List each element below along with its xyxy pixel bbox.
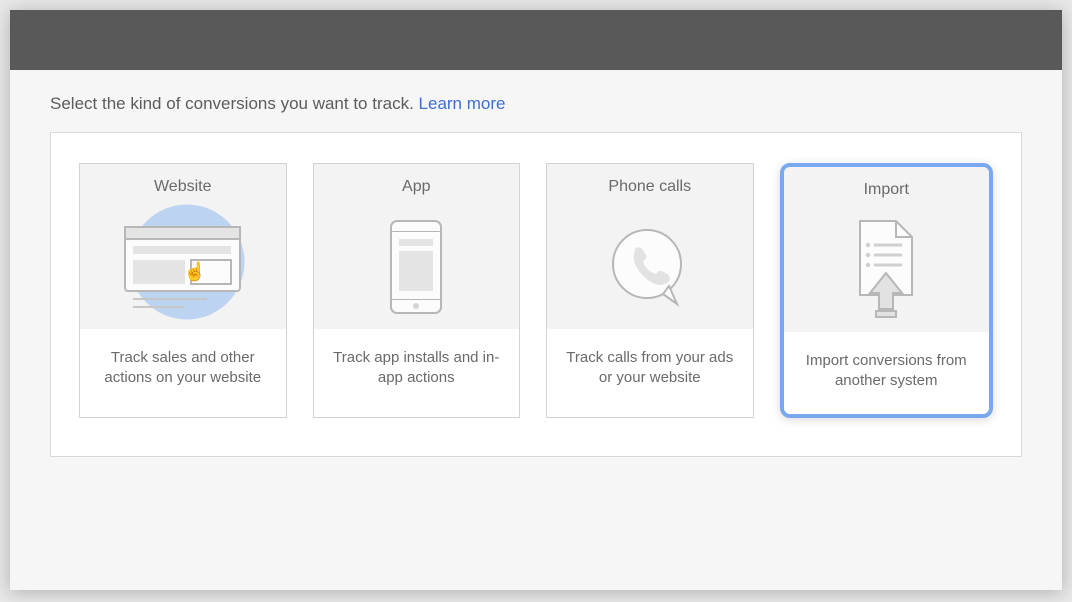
card-import-title: Import — [864, 181, 909, 199]
phone-icon — [547, 204, 753, 329]
card-import-top: Import — [784, 167, 990, 332]
card-app-top: App — [314, 164, 520, 329]
card-phone-desc: Track calls from your ads or your websit… — [547, 329, 753, 411]
dialog-window: Select the kind of conversions you want … — [10, 10, 1062, 590]
card-website[interactable]: Website ☝ — [79, 163, 287, 418]
import-icon — [784, 207, 990, 332]
card-phone-top: Phone calls — [547, 164, 753, 329]
card-app-title: App — [402, 178, 430, 196]
website-icon: ☝ — [80, 204, 286, 329]
card-app-desc: Track app installs and in-app actions — [314, 329, 520, 411]
card-import-desc: Import conversions from another system — [784, 332, 990, 414]
instruction-main: Select the kind of conversions you want … — [50, 94, 419, 113]
card-phone[interactable]: Phone calls Track calls from your ads or… — [546, 163, 754, 418]
options-panel: Website ☝ — [50, 132, 1022, 457]
card-website-top: Website ☝ — [80, 164, 286, 329]
card-phone-title: Phone calls — [608, 178, 691, 196]
instruction-text: Select the kind of conversions you want … — [50, 94, 1022, 114]
card-import[interactable]: Import — [780, 163, 994, 418]
cards-row: Website ☝ — [79, 163, 993, 418]
cursor-icon: ☝ — [184, 261, 206, 282]
card-website-desc: Track sales and other actions on your we… — [80, 329, 286, 411]
learn-more-link[interactable]: Learn more — [419, 94, 506, 113]
app-icon — [314, 204, 520, 329]
card-website-title: Website — [154, 178, 212, 196]
card-app[interactable]: App Track app install — [313, 163, 521, 418]
top-bar — [10, 10, 1062, 70]
content-area: Select the kind of conversions you want … — [10, 70, 1062, 590]
